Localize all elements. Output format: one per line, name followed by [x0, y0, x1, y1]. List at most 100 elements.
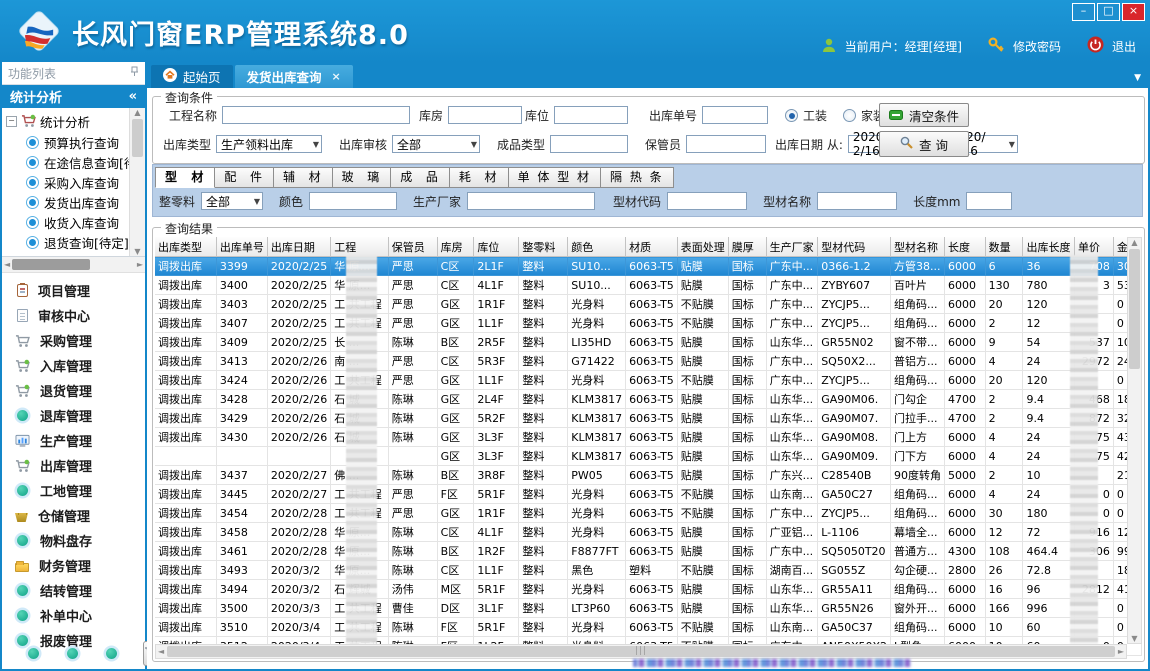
material-tab-2[interactable]: 辅 材: [274, 167, 333, 188]
audit-combo[interactable]: 全部 ▼: [392, 135, 480, 153]
module-circle-icon[interactable]: [106, 648, 117, 659]
sidebar-item-10[interactable]: 物料盘存: [2, 528, 145, 553]
sidebar-section-header[interactable]: 统计分析 «: [2, 85, 145, 108]
maximize-button[interactable]: □: [1097, 3, 1120, 21]
table-row[interactable]: 调拨出库35002020/3/3工 共工程曹佳D区3L1F整料LT3P60606…: [155, 599, 1142, 618]
close-button[interactable]: ×: [1122, 3, 1145, 21]
sidebar-item-2[interactable]: 采购管理: [2, 328, 145, 353]
table-row[interactable]: 调拨出库34932020/3/2华 原...陈琳C区1L1F整料黑色塑料不贴膜国…: [155, 561, 1142, 580]
material-tab-1[interactable]: 配 件: [215, 167, 274, 188]
scroll-up-icon[interactable]: ▲: [1131, 238, 1137, 247]
column-header[interactable]: 出库单号: [216, 237, 267, 257]
gongzhuang-radio[interactable]: [785, 109, 798, 122]
table-row[interactable]: 调拨出库34302020/2/26石 城陈琳G区3L3F整料KLM3817606…: [155, 428, 1142, 447]
column-header[interactable]: 出库长度: [1023, 237, 1075, 257]
profile-code-input[interactable]: [667, 192, 747, 210]
sidebar-item-6[interactable]: 生产管理: [2, 428, 145, 453]
tree-item-3[interactable]: 发货出库查询: [6, 192, 130, 212]
sidebar-item-8[interactable]: 工地管理: [2, 478, 145, 503]
table-vertical-scrollbar[interactable]: ▲ ▼: [1127, 237, 1142, 644]
sidebar-item-12[interactable]: 结转管理: [2, 578, 145, 603]
sidebar-item-7[interactable]: 出库管理: [2, 453, 145, 478]
column-header[interactable]: 生产厂家: [766, 237, 818, 257]
column-header[interactable]: 型材名称: [891, 237, 945, 257]
material-tab-4[interactable]: 成 品: [391, 167, 450, 188]
keeper-input[interactable]: [686, 135, 766, 153]
column-header[interactable]: 出库类型: [155, 237, 216, 257]
table-row[interactable]: 调拨出库34542020/2/28工 共工程严思G区1R1F整料光身料6063-…: [155, 504, 1142, 523]
module-circle-icon[interactable]: [28, 648, 39, 659]
sidebar-item-13[interactable]: 补单中心: [2, 603, 145, 628]
change-password-link[interactable]: 修改密码: [1013, 38, 1061, 55]
project-name-input[interactable]: [222, 106, 410, 124]
clear-conditions-button[interactable]: 清空条件: [879, 103, 969, 127]
tree-item-1[interactable]: 在途信息查询[待定]: [6, 152, 130, 172]
material-tab-3[interactable]: 玻 璃: [333, 167, 392, 188]
column-header[interactable]: 膜厚: [728, 237, 766, 257]
scrollbar-thumb[interactable]: [1129, 249, 1140, 369]
material-tab-7[interactable]: 隔 热 条: [601, 167, 674, 188]
sidebar-item-9[interactable]: 仓储管理: [2, 503, 145, 528]
tab-home[interactable]: 起始页: [151, 65, 233, 88]
whole-part-combo[interactable]: 全部 ▼: [201, 192, 263, 210]
warehouse-input[interactable]: [448, 106, 522, 124]
sidebar-item-4[interactable]: 退货管理: [2, 378, 145, 403]
scrollbar-thumb[interactable]: [12, 259, 90, 270]
collapse-icon[interactable]: «: [129, 89, 137, 104]
table-row[interactable]: 调拨出库35102020/3/4工 共工程陈琳F区5R1F整料光身料6063-T…: [155, 618, 1142, 637]
pin-icon[interactable]: [130, 66, 139, 80]
column-header[interactable]: 型材代码: [818, 237, 891, 257]
tree-vertical-scrollbar[interactable]: ▲ ▼: [129, 108, 145, 256]
table-row[interactable]: 调拨出库34452020/2/27工 共工程严思F区5R1F整料光身料6063-…: [155, 485, 1142, 504]
location-input[interactable]: [554, 106, 628, 124]
sidebar-item-1[interactable]: 审核中心: [2, 303, 145, 328]
tree-item-4[interactable]: 收货入库查询: [6, 212, 130, 232]
sidebar-item-5[interactable]: 退库管理: [2, 403, 145, 428]
column-header[interactable]: 材质: [626, 237, 678, 257]
length-input[interactable]: [966, 192, 1012, 210]
scroll-left-icon[interactable]: ◄: [4, 260, 10, 269]
minimize-button[interactable]: –: [1072, 3, 1095, 21]
table-row[interactable]: 调拨出库34612020/2/28华 原...陈琳B区1R2F整料F8877FT…: [155, 542, 1142, 561]
table-row[interactable]: 调拨出库34002020/2/25华 原...严思C区4L1F整料SU10...…: [155, 276, 1142, 295]
tree-expand-icon[interactable]: −: [6, 116, 17, 127]
material-tab-0[interactable]: 型 材: [155, 167, 215, 188]
column-header[interactable]: 库位: [474, 237, 519, 257]
table-horizontal-scrollbar[interactable]: ◄ ||| ►: [155, 644, 1127, 659]
table-header-row[interactable]: 出库类型出库单号出库日期工程保管员库房库位整零料颜色材质表面处理膜厚生产厂家型材…: [155, 237, 1142, 257]
column-header[interactable]: 单价: [1075, 237, 1114, 257]
table-row[interactable]: 调拨出库34582020/2/28华 原...陈琳C区4L1F整料光身料6063…: [155, 523, 1142, 542]
table-row[interactable]: 调拨出库33992020/2/25华 原...严思C区2L1F整料SU10...…: [155, 257, 1142, 276]
column-header[interactable]: 整零料: [519, 237, 568, 257]
search-button[interactable]: 查 询: [879, 131, 969, 157]
column-header[interactable]: 表面处理: [677, 237, 728, 257]
scroll-right-icon[interactable]: ►: [1118, 647, 1124, 656]
tree-item-0[interactable]: 预算执行查询: [6, 132, 130, 152]
sidebar-item-0[interactable]: 项目管理: [2, 278, 145, 303]
column-header[interactable]: 出库日期: [267, 237, 330, 257]
table-row[interactable]: 调拨出库34292020/2/26石 城陈琳G区5R2F整料KLM3817606…: [155, 409, 1142, 428]
logout-link[interactable]: 退出: [1112, 38, 1136, 55]
table-row[interactable]: 调拨出库34092020/2/25长 ...陈琳B区2R5F整料LI35HD60…: [155, 333, 1142, 352]
tab-close-icon[interactable]: ×: [332, 70, 341, 83]
scroll-right-icon[interactable]: ►: [137, 260, 143, 269]
material-tab-5[interactable]: 耗 材: [450, 167, 509, 188]
table-row[interactable]: 调拨出库34282020/2/26石 城陈琳G区2L4F整料KLM3817606…: [155, 390, 1142, 409]
outbound-no-input[interactable]: [702, 106, 768, 124]
scroll-down-icon[interactable]: ▼: [134, 247, 140, 256]
maker-input[interactable]: [467, 192, 595, 210]
table-row[interactable]: G区3L3F整料KLM38176063-T5贴膜国标山东华...GA90M09.…: [155, 447, 1142, 466]
scrollbar-thumb[interactable]: |||: [167, 646, 1115, 657]
column-header[interactable]: 库房: [437, 237, 474, 257]
table-row[interactable]: 调拨出库34372020/2/27佛 ...陈琳B区3R8F整料PW056063…: [155, 466, 1142, 485]
scrollbar-thumb[interactable]: [132, 119, 143, 157]
column-header[interactable]: 颜色: [568, 237, 626, 257]
tab-list-dropdown-icon[interactable]: ▼: [1134, 73, 1141, 83]
tree-item-6[interactable]: 退库管理[待定]: [6, 252, 130, 257]
material-tab-6[interactable]: 单 体 型 材: [509, 167, 601, 188]
tab-shipping-outbound-query[interactable]: 发货出库查询 ×: [235, 65, 353, 88]
scroll-left-icon[interactable]: ◄: [158, 647, 164, 656]
product-type-input[interactable]: [550, 135, 628, 153]
sidebar-item-11[interactable]: 财务管理: [2, 553, 145, 578]
tree-horizontal-scrollbar[interactable]: ◄ ►: [2, 257, 145, 273]
